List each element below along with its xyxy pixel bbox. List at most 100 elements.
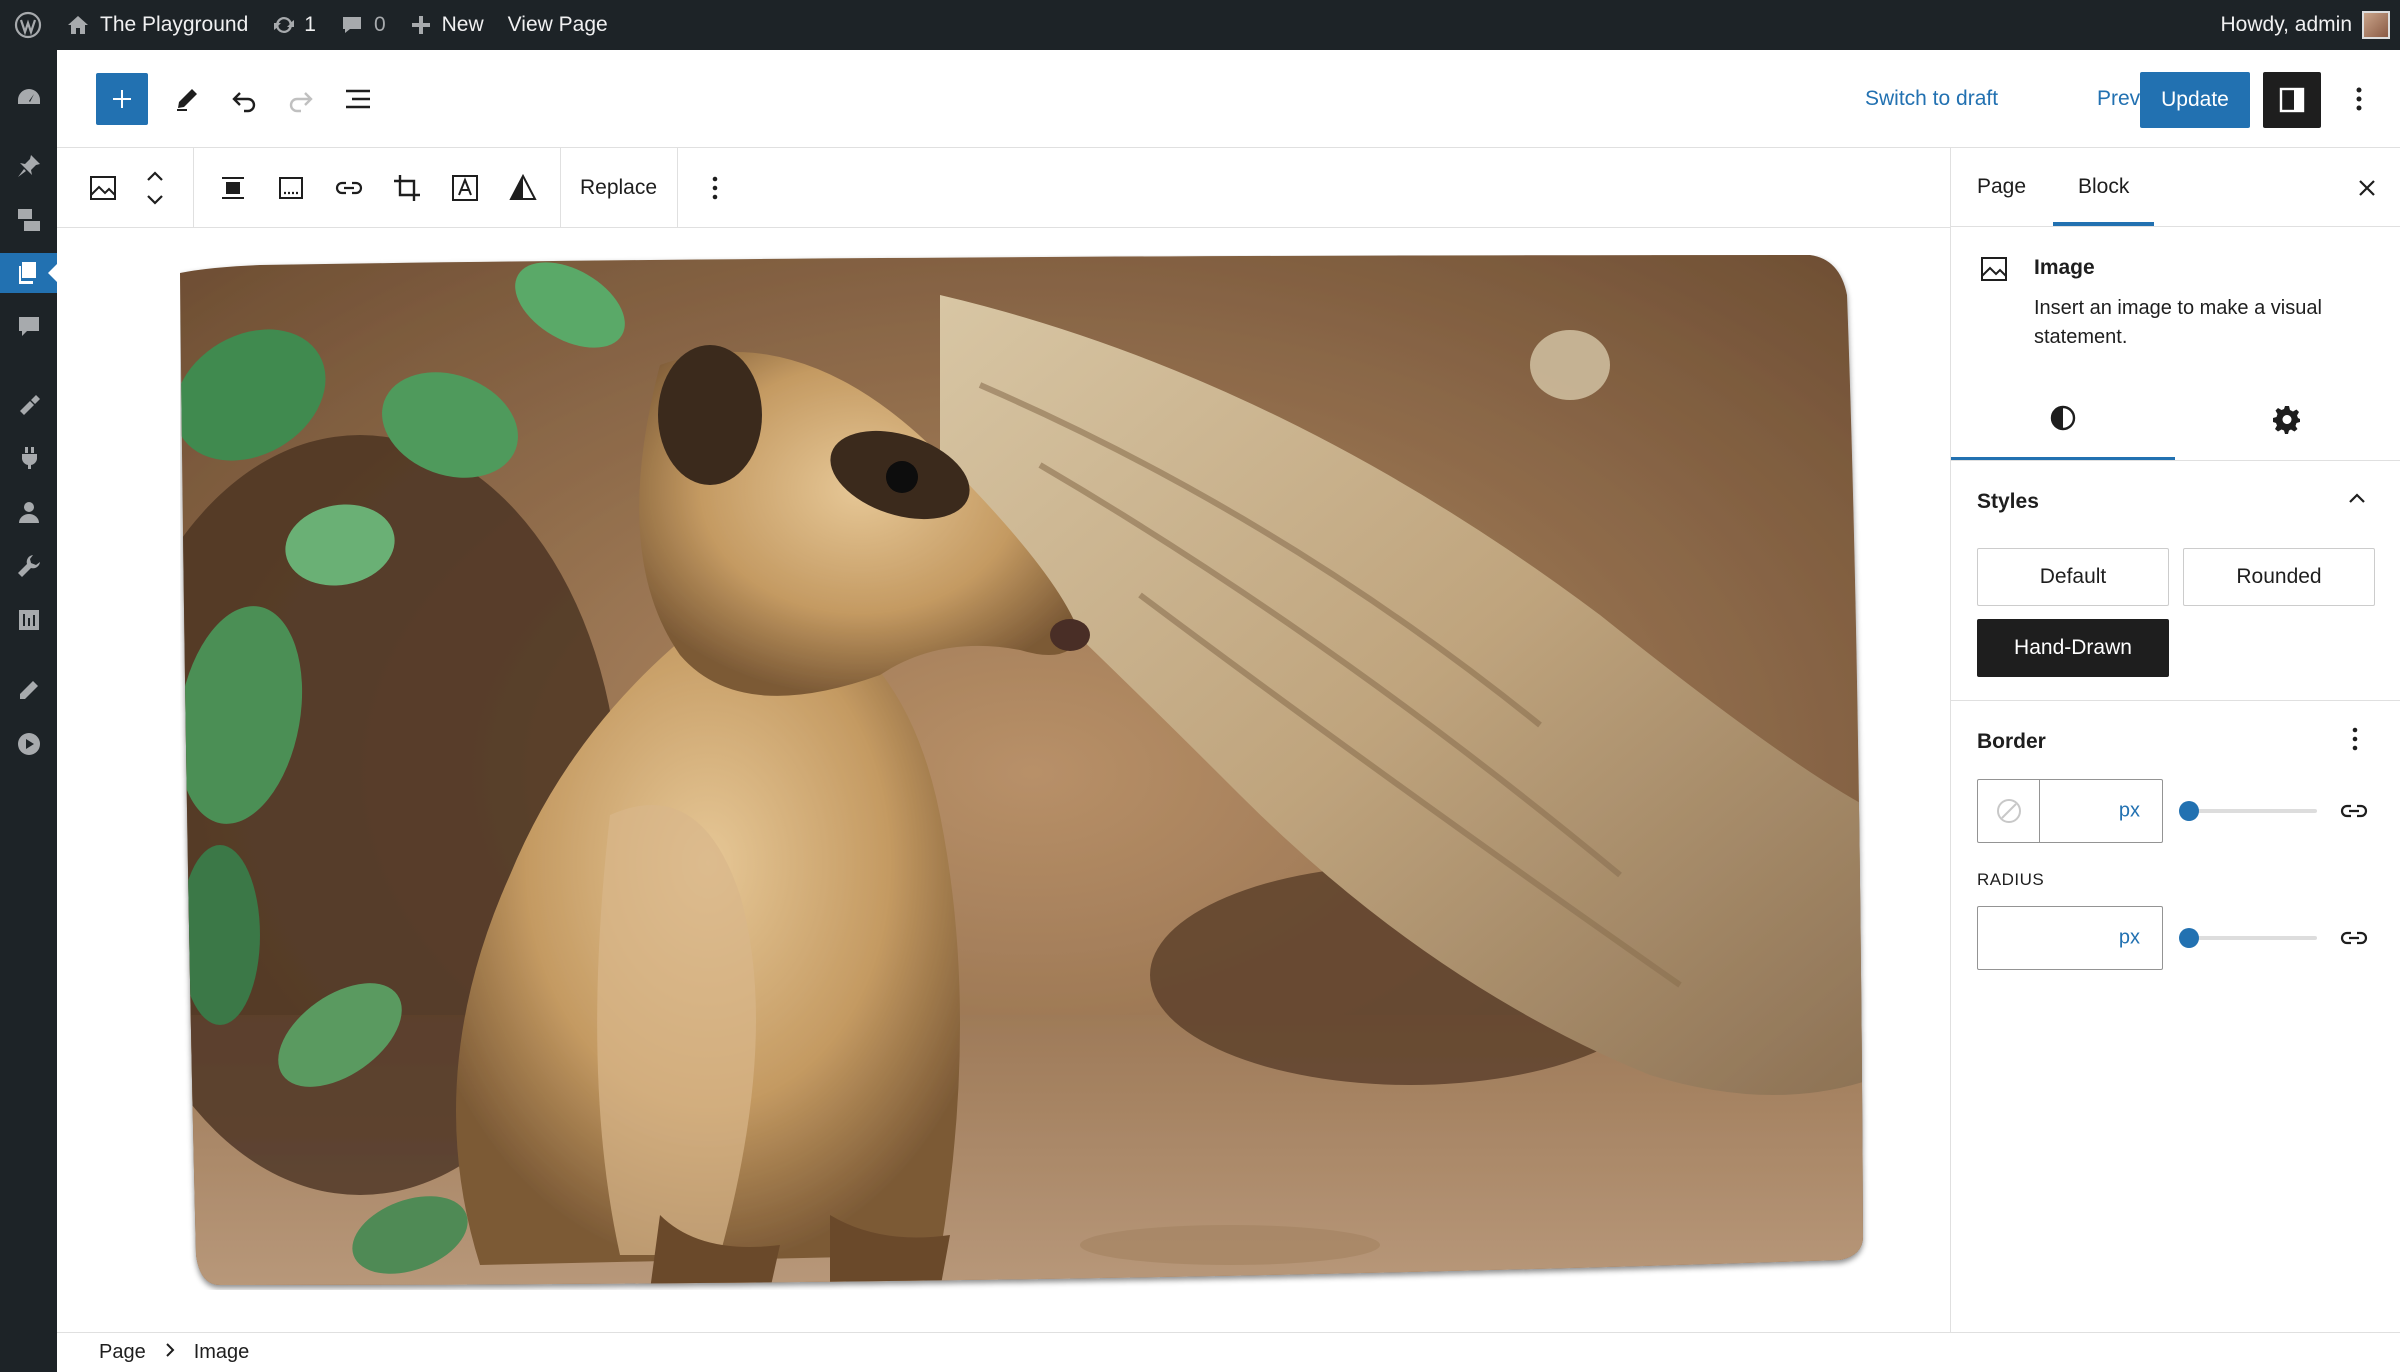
radius-label: RADIUS	[1977, 870, 2045, 889]
close-sidebar-button[interactable]	[2349, 170, 2385, 206]
menu-tools[interactable]	[0, 546, 57, 586]
view-page-link[interactable]: View Page	[496, 0, 620, 50]
styles-panel-title[interactable]: Styles	[1977, 490, 2039, 514]
editor-canvas	[57, 228, 1950, 1332]
menu-comments[interactable]	[0, 307, 57, 347]
more-vertical-icon	[2352, 727, 2358, 751]
chevron-up-icon	[2349, 493, 2365, 503]
site-name-menu[interactable]: The Playground	[54, 0, 260, 50]
unlink-radius-button[interactable]	[2339, 923, 2369, 958]
replace-button[interactable]: Replace	[561, 148, 676, 228]
border-panel-title: Border	[1977, 730, 2046, 753]
avatar	[2362, 11, 2390, 39]
border-width-unit[interactable]: px	[2119, 800, 2140, 823]
tab-styles[interactable]	[1951, 378, 2175, 460]
menu-media[interactable]	[0, 200, 57, 240]
wordpress-logo-menu[interactable]	[0, 0, 54, 50]
filter-triangle-icon	[509, 173, 537, 200]
align-button[interactable]	[209, 148, 257, 228]
block-card-title: Image	[2034, 256, 2095, 279]
contrast-icon	[2050, 405, 2076, 430]
options-menu-button[interactable]	[2339, 77, 2379, 121]
duotone-filter-button[interactable]	[499, 148, 547, 228]
switch-to-draft-button[interactable]: Switch to draft	[1865, 87, 1998, 111]
admin-bar: The Playground 1 0 New View Page Howdy, …	[0, 0, 2400, 50]
radius-unit[interactable]: px	[2119, 927, 2140, 950]
settings-sidebar-toggle[interactable]	[2263, 72, 2321, 128]
slider-thumb[interactable]	[2179, 928, 2199, 948]
updates-menu[interactable]: 1	[260, 0, 328, 50]
breadcrumb-item-image[interactable]: Image	[194, 1341, 250, 1364]
pencil-icon	[177, 89, 197, 111]
toolbar-divider	[193, 148, 194, 228]
users-icon	[18, 502, 39, 523]
tab-page[interactable]: Page	[1977, 148, 2026, 226]
menu-users[interactable]	[0, 492, 57, 532]
tab-block[interactable]: Block	[2052, 148, 2155, 226]
text-over-image-button[interactable]	[441, 148, 489, 228]
border-width-slider[interactable]	[2179, 801, 2317, 821]
text-overlay-icon	[452, 175, 478, 201]
move-up-down-button[interactable]	[135, 148, 175, 228]
home-icon	[68, 16, 88, 34]
chevron-up-down-icon	[147, 171, 163, 205]
unlink-sides-button[interactable]	[2339, 796, 2369, 831]
comments-menu[interactable]: 0	[328, 0, 398, 50]
new-label: New	[441, 13, 484, 36]
style-option-hand-drawn[interactable]: Hand-Drawn	[1977, 619, 2169, 677]
redo-button[interactable]	[279, 77, 323, 121]
plugins-icon	[21, 447, 37, 469]
styles-panel-toggle[interactable]	[2346, 488, 2368, 515]
menu-media-player[interactable]	[0, 724, 57, 764]
block-toolbar: Replace	[57, 148, 1950, 228]
comments-icon	[18, 317, 39, 336]
admin-menu	[0, 50, 57, 1372]
document-overview-button[interactable]	[336, 77, 380, 121]
link-button[interactable]	[325, 148, 373, 228]
more-vertical-icon	[712, 176, 718, 200]
more-vertical-icon	[2356, 87, 2362, 111]
editor-header: Switch to draft Preview Update	[57, 50, 2400, 148]
menu-appearance[interactable]	[0, 384, 57, 424]
breadcrumb: Page Image	[57, 1332, 2400, 1372]
caption-button[interactable]	[267, 148, 315, 228]
block-inserter-button[interactable]	[96, 73, 148, 125]
divider	[1951, 460, 2400, 461]
border-color-button[interactable]	[1978, 780, 2040, 842]
menu-posts[interactable]	[0, 146, 57, 186]
crop-button[interactable]	[383, 148, 431, 228]
style-option-rounded[interactable]: Rounded	[2183, 548, 2375, 606]
menu-dashboard[interactable]	[0, 78, 57, 118]
block-type-button[interactable]	[77, 148, 129, 228]
crop-icon	[394, 175, 420, 201]
undo-icon	[232, 92, 256, 113]
style-option-default[interactable]: Default	[1977, 548, 2169, 606]
undo-button[interactable]	[222, 77, 266, 121]
my-account-menu[interactable]: Howdy, admin	[2221, 0, 2400, 50]
border-options-button[interactable]	[2351, 726, 2359, 757]
radius-slider[interactable]	[2179, 928, 2317, 948]
dashboard-icon	[17, 89, 40, 104]
howdy-label: Howdy, admin	[2220, 13, 2353, 36]
settings-sidebar: Page Block Image Insert an image to make…	[1950, 148, 2400, 1332]
block-options-button[interactable]	[691, 148, 739, 228]
wordpress-logo-icon	[14, 11, 42, 39]
menu-settings[interactable]	[0, 600, 57, 640]
new-content-menu[interactable]: New	[398, 0, 496, 50]
radius-input[interactable]: px	[1977, 906, 2163, 970]
menu-pages[interactable]	[0, 253, 57, 293]
comments-count: 0	[373, 13, 386, 36]
toolbar-divider	[677, 148, 678, 228]
settings-sliders-icon	[18, 610, 39, 630]
slider-thumb[interactable]	[2179, 801, 2199, 821]
image-block[interactable]	[180, 255, 1883, 1290]
menu-custom-edit[interactable]	[0, 670, 57, 710]
gear-icon	[2273, 406, 2300, 434]
play-circle-icon	[17, 733, 40, 755]
tools-edit-button[interactable]	[165, 77, 209, 121]
chevron-right-icon	[164, 1341, 176, 1364]
update-button[interactable]: Update	[2140, 72, 2250, 128]
breadcrumb-item-page[interactable]: Page	[99, 1341, 146, 1364]
menu-plugins[interactable]	[0, 438, 57, 478]
tab-settings[interactable]	[2175, 378, 2399, 460]
